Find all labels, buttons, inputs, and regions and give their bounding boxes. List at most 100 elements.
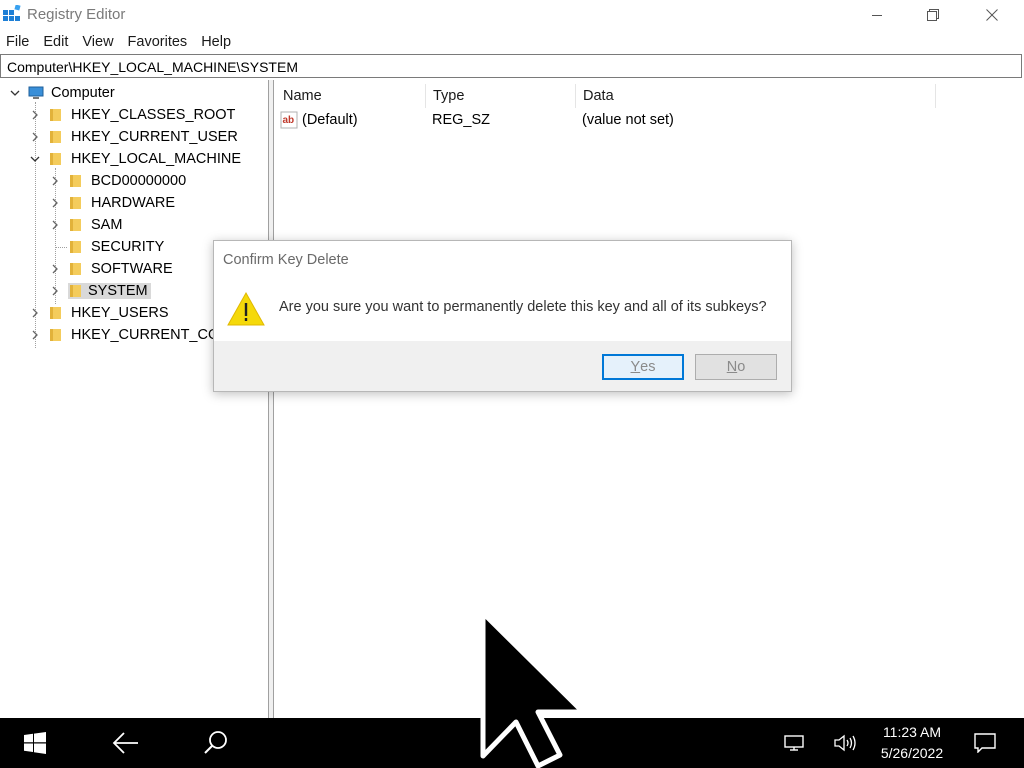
chevron-right-icon[interactable] <box>28 130 42 144</box>
folder-icon <box>70 285 81 297</box>
no-button-label: o <box>737 359 746 375</box>
tree-label: HKEY_LOCAL_MACHINE <box>71 151 242 167</box>
search-icon <box>204 731 227 754</box>
mouse-cursor-icon <box>480 610 586 768</box>
tree-item-hkey-local-machine[interactable]: HKEY_LOCAL_MACHINE <box>28 148 244 170</box>
chevron-right-icon[interactable] <box>48 196 62 210</box>
clock-time: 11:23 AM <box>882 724 942 740</box>
value-type: REG_SZ <box>432 112 491 128</box>
yes-button-accel: Y <box>630 359 641 375</box>
tree-label: SOFTWARE <box>91 261 173 277</box>
folder-icon <box>70 175 81 187</box>
windows-logo-icon <box>24 732 46 754</box>
no-button-accel: N <box>726 359 738 375</box>
tree-item-hardware[interactable]: HARDWARE <box>48 192 178 214</box>
dialog-message: Are you sure you want to permanently del… <box>279 299 767 315</box>
tree-item-hkey-users[interactable]: HKEY_USERS <box>28 302 172 324</box>
folder-icon <box>70 241 81 253</box>
value-data: (value not set) <box>582 112 674 128</box>
confirm-key-delete-dialog: Confirm Key Delete Are you sure you want… <box>213 240 792 392</box>
restore-button[interactable] <box>904 0 962 30</box>
column-header-type[interactable]: Type <box>426 84 576 108</box>
tree-item-security[interactable]: SECURITY <box>48 236 167 258</box>
clock-date: 5/26/2022 <box>880 745 944 761</box>
tree-label: SECURITY <box>91 239 165 255</box>
taskbar-clock[interactable]: 11:23 AM 5/26/2022 <box>866 722 958 764</box>
close-icon <box>986 9 998 21</box>
folder-icon <box>50 329 61 341</box>
tree-label: HKEY_CLASSES_ROOT <box>71 107 236 123</box>
tree-item-bcd00000000[interactable]: BCD00000000 <box>48 170 189 192</box>
tree-label: HARDWARE <box>91 195 176 211</box>
network-tray-button[interactable] <box>776 718 814 768</box>
tree-item-system[interactable]: SYSTEM <box>48 280 151 302</box>
value-name: (Default) <box>302 112 358 128</box>
tree-label: HKEY_USERS <box>71 305 169 321</box>
string-value-icon: ab <box>280 111 298 129</box>
minimize-button[interactable] <box>848 0 906 30</box>
menu-favorites[interactable]: Favorites <box>121 34 195 50</box>
folder-icon <box>50 153 61 165</box>
title-bar: Registry Editor <box>0 0 1024 30</box>
folder-icon <box>50 131 61 143</box>
tree-item-software[interactable]: SOFTWARE <box>48 258 176 280</box>
menu-view[interactable]: View <box>75 34 120 50</box>
yes-button-label: es <box>640 359 656 375</box>
menu-edit[interactable]: Edit <box>36 34 75 50</box>
tree-label: HKEY_CURRENT_USER <box>71 129 238 145</box>
warning-icon <box>227 291 265 326</box>
column-header-name[interactable]: Name <box>276 84 426 108</box>
tree-item-computer[interactable]: Computer <box>8 82 118 104</box>
pane-splitter[interactable] <box>268 80 274 718</box>
folder-icon <box>50 109 61 121</box>
back-arrow-icon <box>112 732 138 754</box>
restore-icon <box>927 9 939 21</box>
folder-icon <box>70 219 81 231</box>
start-button[interactable] <box>0 718 70 768</box>
chevron-right-icon[interactable] <box>48 284 62 298</box>
tree-label: Computer <box>51 85 115 101</box>
search-button[interactable] <box>186 718 246 768</box>
address-bar[interactable]: Computer\HKEY_LOCAL_MACHINE\SYSTEM <box>0 54 1022 78</box>
values-pane[interactable]: Name Type Data ab (Default) REG_SZ (valu… <box>276 80 1024 718</box>
folder-icon <box>50 307 61 319</box>
tree-pane[interactable]: Computer HKEY_CLASSES_ROOT HKEY_CURRENT_… <box>0 80 268 718</box>
registry-editor-icon <box>3 5 21 21</box>
menu-help[interactable]: Help <box>194 34 238 50</box>
minimize-icon <box>872 15 882 16</box>
chevron-right-icon[interactable] <box>28 328 42 342</box>
tree-selected-highlight: SYSTEM <box>68 283 151 299</box>
folder-icon <box>70 197 81 209</box>
menu-bar: File Edit View Favorites Help <box>0 30 1024 53</box>
folder-icon <box>70 263 81 275</box>
tree-label: SYSTEM <box>88 283 148 299</box>
svg-text:ab: ab <box>283 115 295 126</box>
chevron-right-icon[interactable] <box>48 262 62 276</box>
no-button[interactable]: No <box>695 354 777 380</box>
network-icon <box>784 735 804 751</box>
tree-label: SAM <box>91 217 123 233</box>
tree-item-hkey-classes-root[interactable]: HKEY_CLASSES_ROOT <box>28 104 238 126</box>
chevron-down-icon[interactable] <box>8 86 22 100</box>
chevron-right-icon[interactable] <box>48 174 62 188</box>
chevron-right-icon[interactable] <box>28 306 42 320</box>
volume-tray-button[interactable] <box>826 718 864 768</box>
menu-file[interactable]: File <box>0 34 36 50</box>
chevron-right-icon[interactable] <box>28 108 42 122</box>
notifications-button[interactable] <box>966 718 1004 768</box>
column-header-data[interactable]: Data <box>576 84 936 108</box>
tree-item-sam[interactable]: SAM <box>48 214 125 236</box>
dialog-title: Confirm Key Delete <box>223 252 349 268</box>
back-button[interactable] <box>96 718 156 768</box>
computer-icon <box>28 86 44 99</box>
yes-button[interactable]: Yes <box>602 354 684 380</box>
window-title: Registry Editor <box>27 6 126 23</box>
tree-item-hkey-current-user[interactable]: HKEY_CURRENT_USER <box>28 126 241 148</box>
speaker-icon <box>834 734 856 752</box>
chevron-right-icon[interactable] <box>48 218 62 232</box>
close-button[interactable] <box>963 0 1021 30</box>
value-row[interactable]: ab (Default) REG_SZ (value not set) <box>280 109 674 131</box>
tree-label: BCD00000000 <box>91 173 187 189</box>
chevron-down-icon[interactable] <box>28 152 42 166</box>
